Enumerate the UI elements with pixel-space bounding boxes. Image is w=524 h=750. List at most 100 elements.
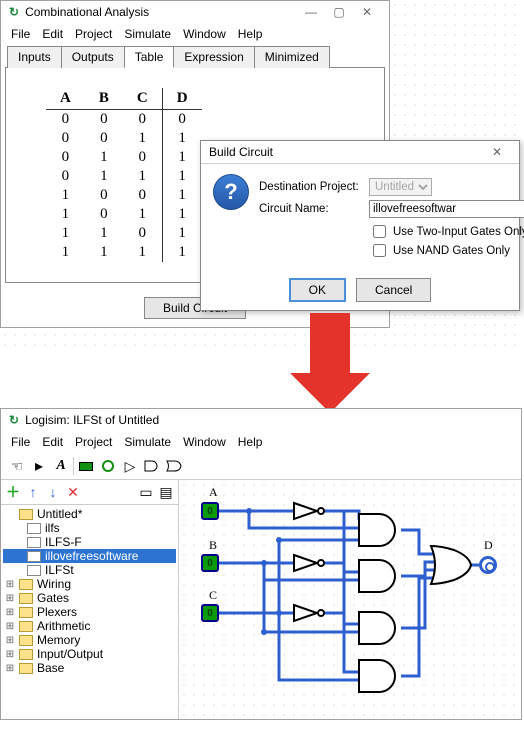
table-row[interactable]: 0011 bbox=[46, 129, 202, 148]
tree-lib[interactable]: ⊞Memory bbox=[3, 633, 176, 647]
circuit-icon bbox=[27, 523, 41, 534]
tree-circuit[interactable]: ILFS-F bbox=[3, 535, 176, 549]
text-tool-icon[interactable]: A bbox=[51, 456, 71, 476]
tab-inputs[interactable]: Inputs bbox=[7, 46, 62, 68]
tab-minimized[interactable]: Minimized bbox=[254, 46, 330, 68]
view-toggle-icon[interactable]: ▭ bbox=[136, 482, 156, 502]
tree-circuit-selected[interactable]: illovefreesoftware bbox=[3, 549, 176, 563]
tab-table[interactable]: Table bbox=[124, 46, 175, 68]
table-row[interactable]: 0000 bbox=[46, 110, 202, 130]
table-row[interactable]: 1101 bbox=[46, 224, 202, 243]
menu-project[interactable]: Project bbox=[69, 25, 118, 43]
tree-lib[interactable]: ⊞Plexers bbox=[3, 605, 176, 619]
delete-icon[interactable]: ✕ bbox=[63, 482, 83, 502]
table-row[interactable]: 1111 bbox=[46, 243, 202, 262]
move-down-icon[interactable]: ↓ bbox=[43, 482, 63, 502]
nand-gates-label: Use NAND Gates Only bbox=[393, 245, 510, 257]
tree-root[interactable]: Untitled* bbox=[3, 507, 176, 521]
toolbar: ☜ ▸ A ▷ bbox=[1, 453, 521, 479]
folder-icon bbox=[19, 593, 33, 604]
app-icon: ↻ bbox=[9, 413, 19, 427]
col-c: C bbox=[123, 88, 162, 110]
expand-icon[interactable]: ⊞ bbox=[5, 621, 15, 632]
output-pin-tool-icon[interactable] bbox=[98, 456, 118, 476]
circuit-icon bbox=[27, 565, 41, 576]
menu-file[interactable]: File bbox=[5, 25, 36, 43]
project-tree: Untitled* ilfs ILFS-F illovefreesoftware… bbox=[1, 505, 178, 677]
tree-lib[interactable]: ⊞Wiring bbox=[3, 577, 176, 591]
circuit-icon bbox=[27, 537, 41, 548]
cancel-button[interactable]: Cancel bbox=[356, 278, 431, 302]
close-icon[interactable]: ✕ bbox=[353, 5, 381, 19]
col-d: D bbox=[162, 88, 201, 110]
dest-project-select[interactable]: Untitled bbox=[369, 178, 432, 196]
folder-icon bbox=[19, 607, 33, 618]
dialog-close-icon[interactable]: ✕ bbox=[483, 145, 511, 159]
folder-icon bbox=[19, 579, 33, 590]
dest-project-label: Destination Project: bbox=[259, 181, 369, 193]
minimize-icon[interactable]: — bbox=[297, 5, 325, 19]
view-layout-icon[interactable]: ▤ bbox=[156, 482, 176, 502]
nand-gates-checkbox[interactable] bbox=[373, 244, 386, 257]
move-up-icon[interactable]: ↑ bbox=[23, 482, 43, 502]
maximize-icon[interactable]: ▢ bbox=[325, 5, 353, 19]
title-bar: ↻ Combinational Analysis — ▢ ✕ bbox=[1, 1, 389, 23]
folder-icon bbox=[19, 663, 33, 674]
folder-icon bbox=[19, 635, 33, 646]
folder-icon bbox=[19, 621, 33, 632]
menu-window[interactable]: Window bbox=[177, 25, 232, 43]
window-title: Combinational Analysis bbox=[25, 5, 149, 19]
add-circuit-icon[interactable]: ＋ bbox=[3, 482, 23, 502]
two-input-gates-checkbox[interactable] bbox=[373, 225, 386, 238]
table-row[interactable]: 1011 bbox=[46, 205, 202, 224]
not-gate-tool-icon[interactable]: ▷ bbox=[120, 456, 140, 476]
table-row[interactable]: 0111 bbox=[46, 167, 202, 186]
expand-icon[interactable]: ⊞ bbox=[5, 663, 15, 674]
expand-icon[interactable]: ⊞ bbox=[5, 593, 15, 604]
folder-icon bbox=[19, 649, 33, 660]
tree-lib[interactable]: ⊞Input/Output bbox=[3, 647, 176, 661]
expand-icon[interactable]: ⊞ bbox=[5, 579, 15, 590]
tabs: Inputs Outputs Table Expression Minimize… bbox=[5, 45, 385, 68]
ok-button[interactable]: OK bbox=[289, 278, 346, 302]
select-tool-icon[interactable]: ▸ bbox=[29, 456, 49, 476]
or-gate-tool-icon[interactable] bbox=[164, 456, 184, 476]
and-gate-tool-icon[interactable] bbox=[142, 456, 162, 476]
tab-expression[interactable]: Expression bbox=[173, 46, 254, 68]
menu-edit[interactable]: Edit bbox=[36, 25, 69, 43]
tab-outputs[interactable]: Outputs bbox=[61, 46, 125, 68]
menu-project-b[interactable]: Project bbox=[69, 433, 118, 451]
window-title-bottom: Logisim: ILFSt of Untitled bbox=[25, 413, 159, 427]
input-pin-tool-icon[interactable] bbox=[76, 456, 96, 476]
expand-icon[interactable]: ⊞ bbox=[5, 649, 15, 660]
menu-file-b[interactable]: File bbox=[5, 433, 36, 451]
tree-lib[interactable]: ⊞Gates bbox=[3, 591, 176, 605]
folder-icon bbox=[19, 509, 33, 520]
expand-icon[interactable]: ⊞ bbox=[5, 607, 15, 618]
two-input-gates-label: Use Two-Input Gates Only bbox=[393, 226, 524, 238]
tree-circuit[interactable]: ilfs bbox=[3, 521, 176, 535]
menu-help-b[interactable]: Help bbox=[232, 433, 269, 451]
title-bar-bottom: ↻ Logisim: ILFSt of Untitled bbox=[1, 409, 521, 431]
expand-icon[interactable]: ⊞ bbox=[5, 635, 15, 646]
menu-window-b[interactable]: Window bbox=[177, 433, 232, 451]
col-a: A bbox=[46, 88, 85, 110]
circuit-name-input[interactable] bbox=[369, 200, 524, 218]
table-row[interactable]: 0101 bbox=[46, 148, 202, 167]
circuit-name-label: Circuit Name: bbox=[259, 203, 369, 215]
table-row[interactable]: 1001 bbox=[46, 186, 202, 205]
circuit-wires bbox=[179, 480, 519, 710]
col-b: B bbox=[85, 88, 123, 110]
poke-tool-icon[interactable]: ☜ bbox=[7, 456, 27, 476]
circuit-icon bbox=[27, 551, 41, 562]
tree-lib[interactable]: ⊞Arithmetic bbox=[3, 619, 176, 633]
menu-bar: File Edit Project Simulate Window Help bbox=[1, 23, 389, 45]
truth-table: A B C D 00000011010101111001101111011111 bbox=[46, 88, 202, 262]
menu-help[interactable]: Help bbox=[232, 25, 269, 43]
menu-edit-b[interactable]: Edit bbox=[36, 433, 69, 451]
circuit-canvas[interactable]: A B C D 0 0 0 bbox=[179, 480, 521, 719]
menu-simulate-b[interactable]: Simulate bbox=[118, 433, 177, 451]
tree-circuit[interactable]: ILFSt bbox=[3, 563, 176, 577]
tree-lib[interactable]: ⊞Base bbox=[3, 661, 176, 675]
menu-simulate[interactable]: Simulate bbox=[118, 25, 177, 43]
